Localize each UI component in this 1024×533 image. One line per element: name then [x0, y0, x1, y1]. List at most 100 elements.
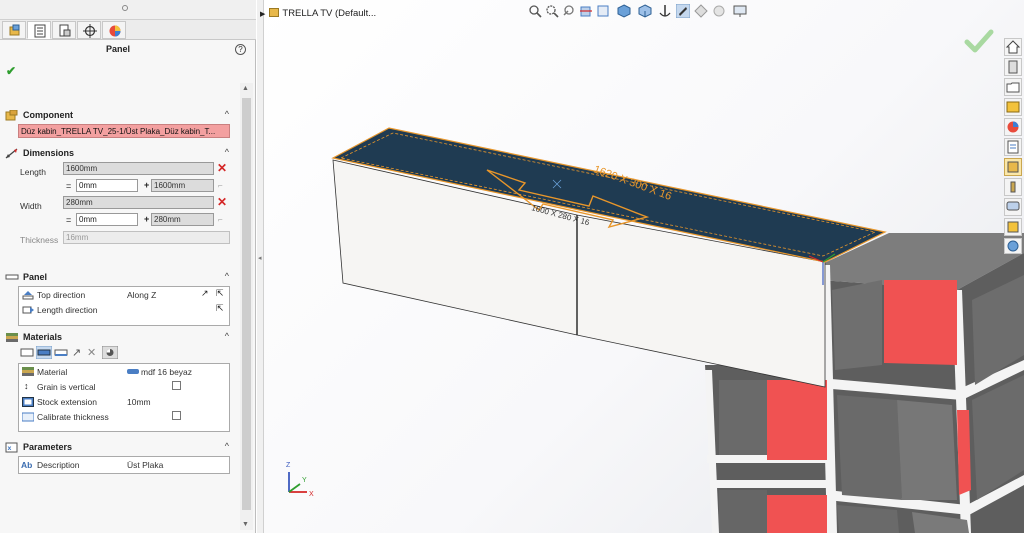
length-offset-input[interactable]: 0mm: [76, 179, 138, 192]
width-total-input[interactable]: 280mm: [151, 213, 214, 226]
feature-manager-tab[interactable]: [2, 21, 26, 39]
earth-icon[interactable]: [1004, 238, 1022, 254]
appearance-pie-icon: [109, 25, 121, 37]
pick-direction-icon[interactable]: ↗: [201, 288, 209, 299]
materials-toolbar: ↗ ✕: [20, 346, 120, 360]
apply-scene-icon[interactable]: [694, 4, 708, 18]
material-visibility-icon[interactable]: [102, 346, 118, 359]
materials-section-header[interactable]: Materials ^: [5, 331, 231, 345]
thickness-input[interactable]: 16mm: [63, 231, 230, 244]
panel-edge-icon[interactable]: [54, 346, 68, 359]
width-link-icon[interactable]: ⌐: [218, 215, 223, 224]
model-view[interactable]: 1620 X 300 X 16 1600 X 280 X 16 Z X Y: [257, 0, 1024, 533]
dimensions-section-header[interactable]: Dimensions ^: [5, 147, 231, 161]
axis-triad-icon: Z X Y: [286, 462, 314, 498]
component-icon: [5, 110, 18, 121]
display-style-icon[interactable]: [638, 4, 652, 18]
parameters-section-header[interactable]: x Parameters ^: [5, 441, 231, 455]
left-scrollbar[interactable]: ▲ ▼: [240, 83, 253, 530]
dimensions-header: Dimensions: [23, 148, 75, 158]
clear-width-icon[interactable]: ✕: [217, 195, 227, 209]
zoom-to-fit-icon[interactable]: [528, 4, 542, 18]
home-icon[interactable]: [1004, 38, 1022, 56]
component-icon[interactable]: [1004, 218, 1022, 236]
length-direction-label: Length direction: [37, 305, 98, 315]
width-plus: +: [144, 214, 150, 224]
confirm-check-icon[interactable]: [964, 28, 994, 54]
feature-tree-icon: [9, 24, 20, 36]
top-direction-value[interactable]: Along Z: [127, 290, 156, 300]
pick-material-icon[interactable]: ↗: [72, 346, 81, 359]
width-offset-input[interactable]: 0mm: [76, 213, 138, 226]
panel-face-icon[interactable]: [20, 346, 34, 359]
collapse-chevron-icon[interactable]: ^: [225, 441, 229, 451]
file-explorer-icon[interactable]: [1004, 78, 1022, 96]
section-view-icon[interactable]: [579, 4, 593, 18]
previous-view-icon[interactable]: [562, 4, 576, 18]
graphics-area[interactable]: 1620 X 300 X 16 1600 X 280 X 16 Z X Y: [257, 0, 1024, 533]
hide-show-icon[interactable]: [658, 4, 672, 18]
scroll-thumb[interactable]: [242, 98, 251, 510]
component-field[interactable]: Düz kabin_TRELLA TV_25-1/Üst Plaka_Düz k…: [18, 124, 230, 138]
select-cursor-icon[interactable]: ⇱: [216, 288, 224, 299]
clear-length-icon[interactable]: ✕: [217, 161, 227, 175]
length-total-input[interactable]: 1600mm: [151, 179, 214, 192]
panel-tool-icon[interactable]: [1004, 158, 1022, 176]
dynamic-annotation-icon[interactable]: [596, 4, 610, 18]
svg-text:x: x: [8, 445, 12, 452]
triad-x-label: X: [309, 491, 314, 498]
panel-header: Panel: [23, 272, 48, 282]
forum-icon[interactable]: [1004, 198, 1022, 216]
splitter-grip-icon[interactable]: ◂: [258, 254, 262, 262]
remove-material-icon[interactable]: ✕: [87, 346, 96, 359]
material-value[interactable]: mdf 16 beyaz: [141, 367, 192, 377]
scroll-down-icon[interactable]: ▼: [242, 521, 249, 528]
select-cursor-icon[interactable]: ⇱: [216, 303, 224, 314]
collapse-chevron-icon[interactable]: ^: [225, 109, 229, 119]
length-direction-icon: [22, 306, 34, 314]
view-settings-icon[interactable]: [712, 4, 726, 18]
crosshair-icon: [83, 24, 97, 38]
width-input[interactable]: 280mm: [63, 196, 214, 209]
tool-icon[interactable]: [1004, 178, 1022, 196]
triad-z-label: Z: [286, 462, 291, 469]
panel-splitter[interactable]: ◂: [257, 0, 264, 533]
help-icon[interactable]: ?: [235, 44, 246, 55]
stock-value[interactable]: 10mm: [127, 397, 151, 407]
pin-icon[interactable]: [122, 5, 128, 11]
calibrate-label: Calibrate thickness: [37, 412, 109, 422]
component-header: Component: [23, 110, 73, 120]
grain-checkbox[interactable]: [172, 381, 181, 390]
panel-selected-icon[interactable]: [36, 346, 52, 359]
monitor-icon[interactable]: [733, 4, 747, 18]
edit-appearance-icon[interactable]: [676, 4, 690, 18]
length-input[interactable]: 1600mm: [63, 162, 214, 175]
material-swatch-icon: [127, 369, 139, 374]
collapse-chevron-icon[interactable]: ^: [225, 147, 229, 157]
configuration-manager-tab[interactable]: [52, 21, 76, 39]
tv-unit-box[interactable]: [331, 127, 887, 388]
zoom-area-icon[interactable]: [545, 4, 559, 18]
tree-root-label[interactable]: TRELLA TV (Default...: [282, 8, 376, 19]
feature-tree-flyout[interactable]: ▶ TRELLA TV (Default...: [260, 8, 376, 19]
view-orientation-icon[interactable]: [617, 4, 631, 18]
panel-section-header[interactable]: Panel ^: [5, 271, 231, 285]
dim-xpert-tab[interactable]: [77, 21, 101, 39]
property-manager-tab[interactable]: [27, 21, 51, 39]
calibrate-checkbox[interactable]: [172, 411, 181, 420]
custom-properties-icon[interactable]: [1004, 138, 1022, 156]
component-section-header[interactable]: Component ^: [5, 109, 231, 123]
ok-button[interactable]: ✔: [6, 64, 16, 78]
scroll-up-icon[interactable]: ▲: [242, 85, 249, 92]
display-manager-tab[interactable]: [102, 21, 126, 39]
view-palette-icon[interactable]: [1004, 98, 1022, 116]
appearances-icon[interactable]: [1004, 118, 1022, 136]
collapse-chevron-icon[interactable]: ^: [225, 271, 229, 281]
length-link-icon[interactable]: ⌐: [218, 181, 223, 190]
expand-arrow-icon[interactable]: ▶: [260, 11, 265, 18]
collapse-chevron-icon[interactable]: ^: [225, 331, 229, 341]
parts-library-icon[interactable]: [1004, 58, 1022, 76]
description-value[interactable]: Üst Plaka: [127, 460, 163, 470]
configuration-icon: [59, 24, 71, 37]
material-icon: [22, 367, 34, 376]
